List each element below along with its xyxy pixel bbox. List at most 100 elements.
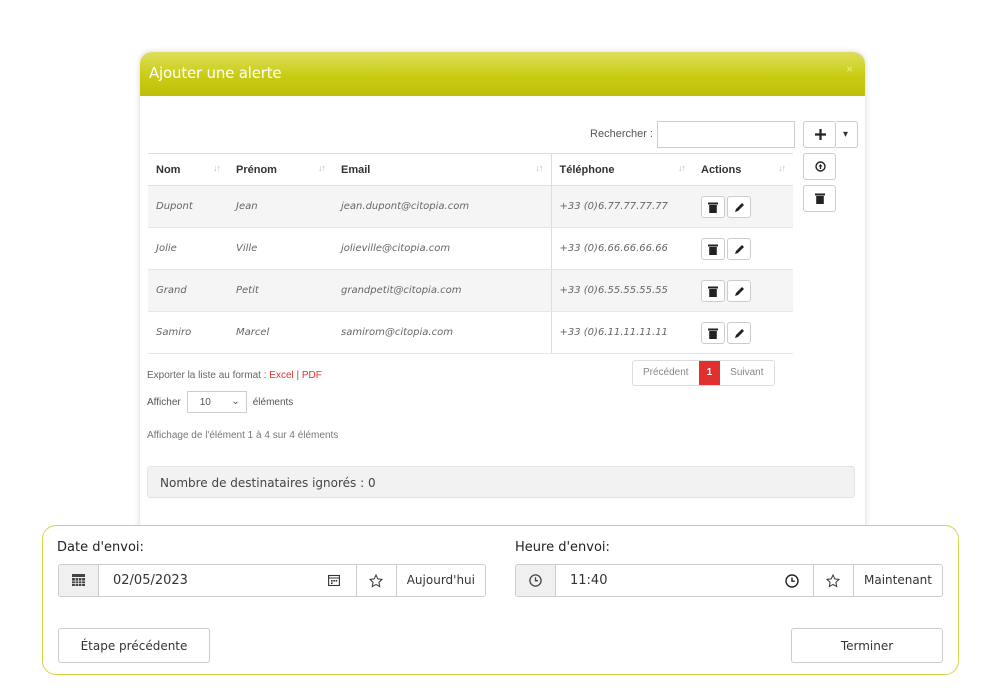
add-alert-modal: Ajouter une alerte × Rechercher : ▾ Nom ↓… [140, 52, 865, 532]
cell-actions [693, 311, 793, 354]
export-pdf-link[interactable]: PDF [302, 370, 322, 381]
upload-button[interactable] [803, 153, 836, 180]
star-icon [368, 574, 383, 588]
trash-icon [708, 328, 718, 339]
upload-circle-icon [815, 161, 826, 172]
col-email[interactable]: Email ↓↑ [333, 153, 551, 186]
time-favorite-button[interactable] [812, 565, 853, 596]
sort-icon: ↓↑ [318, 163, 326, 173]
cell-email: samirom@citopia.com [333, 311, 551, 354]
edit-row-button[interactable] [727, 237, 751, 260]
cell-actions [693, 185, 793, 228]
add-button[interactable] [803, 121, 836, 148]
cell-telephone: +33 (0)6.55.55.55.55 [550, 269, 693, 312]
cell-prenom: Ville [228, 227, 333, 270]
time-picker-button[interactable] [773, 565, 813, 596]
cell-telephone: +33 (0)6.11.11.11.11 [550, 311, 693, 354]
page-size-select[interactable]: 10 ⌄ [186, 391, 247, 413]
today-button[interactable]: Aujourd'hui [395, 565, 485, 596]
sort-icon: ↓↑ [778, 163, 786, 173]
cell-prenom: Jean [228, 185, 333, 228]
add-dropdown-caret[interactable]: ▾ [836, 121, 858, 148]
previous-step-button[interactable]: Étape précédente [58, 628, 210, 663]
ignored-recipients-box: Nombre de destinataires ignorés : 0 [147, 466, 855, 498]
sort-icon: ↓↑ [213, 163, 221, 173]
cell-nom: Dupont [148, 185, 228, 228]
trash-icon [708, 286, 718, 297]
edit-row-button[interactable] [727, 321, 751, 344]
export-text: Exporter la liste au format : [147, 370, 270, 381]
date-input[interactable] [99, 565, 316, 596]
calendar-icon [327, 574, 340, 586]
show-suffix: éléments [252, 396, 294, 408]
cell-email: grandpetit@citopia.com [333, 269, 551, 312]
date-input-group: Aujourd'hui [58, 564, 486, 597]
pencil-icon [735, 244, 744, 254]
search-input[interactable] [657, 121, 795, 148]
time-input[interactable] [556, 565, 773, 596]
finish-button[interactable]: Terminer [791, 628, 943, 663]
col-prenom[interactable]: Prénom ↓↑ [228, 153, 333, 186]
edit-row-button[interactable] [727, 279, 751, 302]
clock-addon [516, 565, 556, 596]
cell-nom: Jolie [148, 227, 228, 270]
edit-row-button[interactable] [727, 195, 751, 218]
cell-prenom: Marcel [228, 311, 333, 354]
chevron-down-icon: ⌄ [231, 396, 240, 407]
cell-email: jolieville@citopia.com [333, 227, 551, 270]
trash-icon [708, 202, 718, 213]
search-label: Rechercher : [590, 128, 653, 140]
star-icon [825, 574, 840, 588]
modal-title: Ajouter une alerte [149, 64, 282, 82]
now-button[interactable]: Maintenant [852, 565, 942, 596]
cell-nom: Grand [148, 269, 228, 312]
time-input-group: Maintenant [515, 564, 943, 597]
table-header-row: Nom ↓↑ Prénom ↓↑ Email ↓↑ Téléphone ↓↑ Actio… [148, 153, 793, 186]
sort-icon: ↓↑ [535, 163, 544, 173]
pagination-prev[interactable]: Précédent [633, 361, 699, 385]
modal-header: Ajouter une alerte × [140, 52, 865, 96]
table-row: Jolie Ville jolieville@citopia.com +33 (… [148, 227, 793, 270]
cell-nom: Samiro [148, 311, 228, 354]
col-telephone[interactable]: Téléphone ↓↑ [550, 153, 693, 186]
cell-actions [693, 227, 793, 270]
plus-icon [815, 129, 826, 140]
clock-icon [529, 574, 542, 587]
col-label: Nom [156, 163, 181, 176]
col-actions[interactable]: Actions ↓↑ [693, 153, 793, 186]
delete-row-button[interactable] [701, 321, 725, 344]
delete-row-button[interactable] [701, 195, 725, 218]
delete-row-button[interactable] [701, 237, 725, 260]
time-label: Heure d'envoi: [515, 540, 610, 555]
date-picker-button[interactable] [316, 565, 356, 596]
page-size-value: 10 [199, 397, 211, 408]
close-icon[interactable]: × [846, 62, 853, 76]
pencil-icon [735, 328, 744, 338]
schedule-panel: Date d'envoi: Aujourd'hui Heure d'envoi:… [42, 525, 959, 675]
col-label: Téléphone [559, 163, 615, 176]
col-label: Actions [701, 163, 742, 176]
recipients-table: Nom ↓↑ Prénom ↓↑ Email ↓↑ Téléphone ↓↑ Actio… [148, 153, 793, 354]
date-favorite-button[interactable] [355, 565, 396, 596]
show-prefix: Afficher [147, 396, 181, 408]
delete-row-button[interactable] [701, 279, 725, 302]
page-size-row: Afficher 10 ⌄ éléments [147, 391, 293, 413]
cell-actions [693, 269, 793, 312]
trash-icon [708, 244, 718, 255]
cell-telephone: +33 (0)6.77.77.77.77 [550, 185, 693, 228]
col-label: Email [341, 163, 371, 176]
pagination-next[interactable]: Suivant [720, 361, 774, 385]
clock-icon [785, 574, 799, 588]
delete-all-button[interactable] [803, 185, 836, 212]
col-label: Prénom [236, 163, 277, 176]
pencil-icon [735, 286, 744, 296]
pencil-icon [735, 202, 744, 212]
calendar-addon [59, 565, 99, 596]
caret-down-icon: ▾ [843, 129, 849, 140]
export-excel-link[interactable]: Excel [269, 370, 293, 381]
pagination-page-1[interactable]: 1 [698, 361, 721, 385]
sort-icon: ↓↑ [678, 163, 686, 173]
col-nom[interactable]: Nom ↓↑ [148, 153, 228, 186]
calendar-icon [72, 574, 85, 586]
trash-icon [815, 193, 825, 204]
